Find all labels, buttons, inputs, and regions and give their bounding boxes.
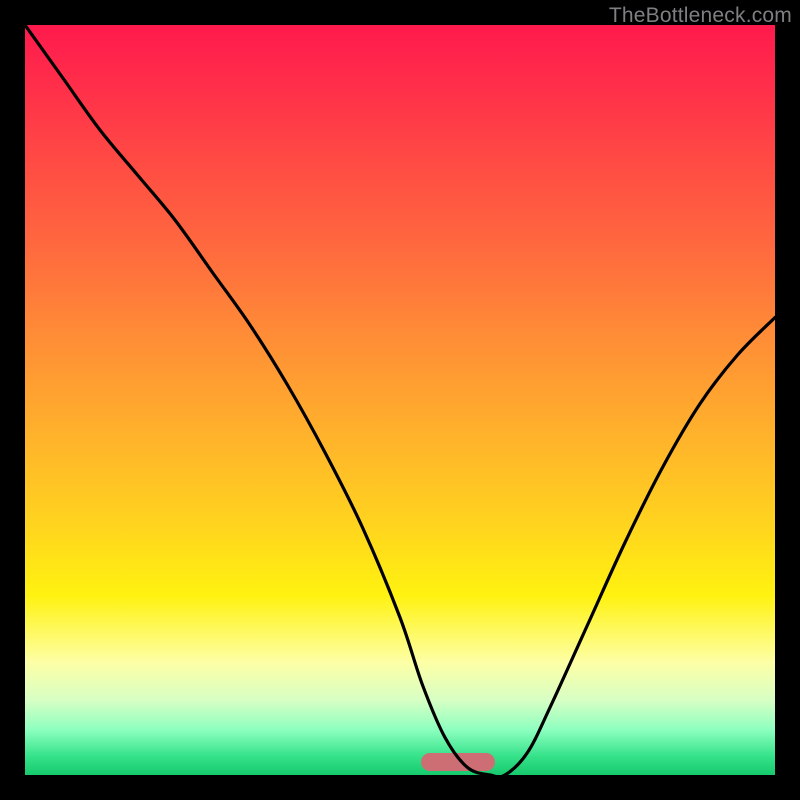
bottleneck-curve bbox=[25, 25, 775, 775]
chart-frame: TheBottleneck.com bbox=[0, 0, 800, 800]
watermark-text: TheBottleneck.com bbox=[609, 4, 792, 28]
